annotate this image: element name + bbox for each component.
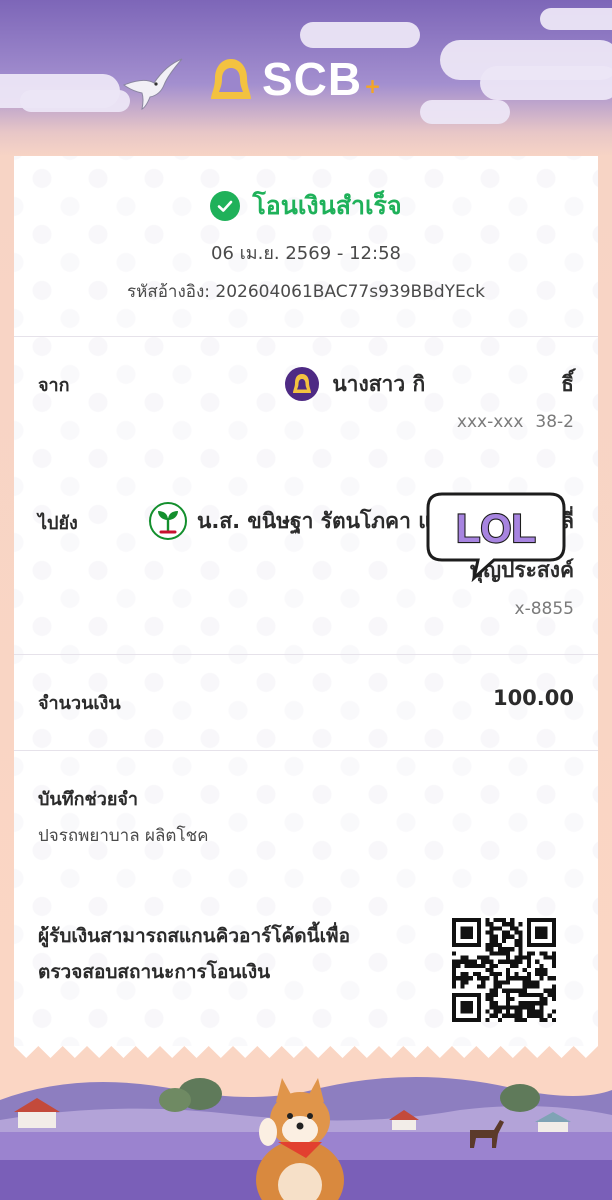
divider bbox=[14, 750, 598, 751]
status-text: โอนเงินสำเร็จ bbox=[252, 191, 402, 220]
scb-bank-icon bbox=[285, 367, 320, 401]
scb-logo-icon bbox=[211, 59, 251, 99]
sender-account: xxx-xxx bbox=[456, 412, 524, 432]
sender-name: นางสาว กิ bbox=[332, 371, 426, 396]
to-label: ไปยัง bbox=[38, 513, 78, 534]
amount-label: จำนวนเงิน bbox=[38, 693, 121, 714]
check-circle-icon bbox=[210, 191, 241, 221]
qr-code-icon[interactable] bbox=[452, 918, 556, 1022]
qr-instruction-line2: ตรวจสอบสถานะการโอนเงิน bbox=[38, 961, 271, 983]
qr-instruction: ผู้รับเงินสามารถสแกนคิวอาร์โค้ดนี้เพื่อ … bbox=[38, 918, 418, 990]
divider bbox=[14, 654, 598, 655]
from-account-block: นางสาว กิ ธิ์ xxx-xxx 38-2 bbox=[284, 366, 574, 432]
sender-account-tail: 38-2 bbox=[535, 412, 574, 432]
from-label: จาก bbox=[38, 375, 70, 396]
status-row: โอนเงินสำเร็จ bbox=[14, 186, 598, 226]
kbank-bank-icon bbox=[148, 502, 187, 540]
transfer-receipt-card: โอนเงินสำเร็จ 06 เม.ย. 2569 - 12:58 รหัส… bbox=[14, 156, 598, 1046]
divider bbox=[14, 336, 598, 337]
lavender-field-scenery bbox=[0, 1060, 612, 1200]
memo-value: ปจรถพยาบาล ผลิตโชค bbox=[38, 826, 209, 846]
amount-value: 100.00 bbox=[492, 686, 574, 710]
header-banner: SCB + bbox=[0, 0, 612, 155]
qr-instruction-line1: ผู้รับเงินสามารถสแกนคิวอาร์โค้ดนี้เพื่อ bbox=[38, 925, 350, 947]
reference-number: รหัสอ้างอิง: 202604061BAC77s939BBdYEck bbox=[127, 282, 485, 302]
lol-sticker: LOL bbox=[426, 492, 566, 582]
brand-name: SCB bbox=[262, 53, 363, 105]
transaction-datetime: 06 เม.ย. 2569 - 12:58 bbox=[211, 243, 401, 264]
brand-plus: + bbox=[364, 74, 381, 98]
scb-logo: SCB + bbox=[208, 52, 381, 106]
receipt-edge bbox=[14, 1046, 598, 1058]
lol-text: LOL bbox=[456, 507, 536, 551]
recipient-account: x-8855 bbox=[514, 599, 574, 619]
memo-label: บันทึกช่วยจำ bbox=[38, 789, 139, 810]
sender-name-tail: ธิ์ bbox=[561, 371, 574, 396]
bird-icon bbox=[122, 58, 183, 110]
